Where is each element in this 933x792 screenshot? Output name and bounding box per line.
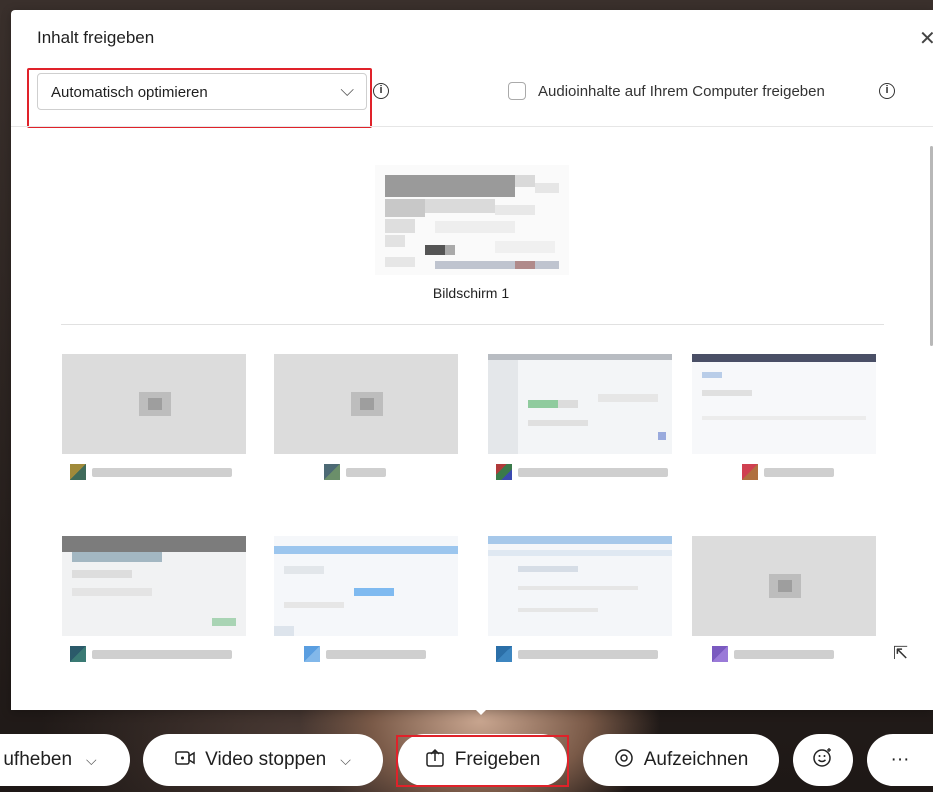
mute-button[interactable]: ufheben ⌵ bbox=[0, 734, 130, 786]
window-thumbnail bbox=[488, 354, 672, 454]
blurred-title bbox=[346, 468, 386, 477]
window-label bbox=[70, 464, 246, 480]
window-label bbox=[70, 646, 246, 662]
window-thumbnail bbox=[274, 354, 458, 454]
blurred-title bbox=[92, 650, 232, 659]
record-label: Aufzeichnen bbox=[643, 749, 749, 770]
screen-1-thumbnail[interactable] bbox=[375, 165, 569, 275]
app-icon bbox=[496, 464, 512, 480]
placeholder-icon bbox=[351, 392, 383, 416]
record-button[interactable]: Aufzeichnen bbox=[583, 734, 779, 786]
app-icon bbox=[496, 646, 512, 662]
video-camera-icon bbox=[175, 750, 195, 771]
window-thumbnail bbox=[692, 536, 876, 636]
blurred-title bbox=[518, 468, 668, 477]
audio-info-icon[interactable]: i bbox=[879, 83, 895, 99]
window-thumbnail bbox=[62, 536, 246, 636]
placeholder-icon bbox=[769, 574, 801, 598]
window-thumbnail bbox=[274, 536, 458, 636]
audio-share-checkbox[interactable] bbox=[508, 82, 526, 100]
window-label bbox=[742, 464, 918, 480]
mute-label: ufheben bbox=[3, 749, 73, 770]
emoji-icon bbox=[812, 746, 834, 774]
highlight-box-optimize bbox=[27, 68, 372, 128]
audio-share-label: Audioinhalte auf Ihrem Computer freigebe… bbox=[538, 83, 825, 100]
app-icon bbox=[742, 464, 758, 480]
blurred-title bbox=[518, 650, 658, 659]
chevron-down-icon[interactable]: ⌵ bbox=[340, 752, 351, 769]
app-icon bbox=[70, 464, 86, 480]
video-stop-label: Video stoppen bbox=[205, 749, 327, 770]
window-thumbnail bbox=[692, 354, 876, 454]
window-label bbox=[324, 464, 500, 480]
video-stop-button[interactable]: Video stoppen ⌵ bbox=[143, 734, 383, 786]
app-icon bbox=[70, 646, 86, 662]
app-icon bbox=[304, 646, 320, 662]
blurred-title bbox=[326, 650, 426, 659]
blurred-title bbox=[764, 468, 834, 477]
blurred-title bbox=[734, 650, 834, 659]
window-label bbox=[496, 646, 672, 662]
window-label bbox=[712, 646, 888, 662]
screen-1-label: Bildschirm 1 bbox=[432, 285, 510, 301]
window-thumbnail bbox=[488, 536, 672, 636]
divider bbox=[61, 324, 884, 325]
divider bbox=[11, 126, 933, 127]
placeholder-icon bbox=[139, 392, 171, 416]
close-icon[interactable]: ✕ bbox=[919, 26, 933, 51]
info-icon[interactable]: i bbox=[373, 83, 389, 99]
window-label bbox=[304, 646, 480, 662]
more-options-button[interactable]: ··· bbox=[867, 734, 933, 786]
share-panel: Inhalt freigeben ✕ Automatisch optimiere… bbox=[11, 10, 933, 710]
panel-title: Inhalt freigeben bbox=[37, 28, 155, 47]
app-icon bbox=[712, 646, 728, 662]
highlight-box-share bbox=[396, 735, 569, 787]
mouse-cursor-icon: ⇱ bbox=[893, 643, 909, 663]
blurred-title bbox=[92, 468, 232, 477]
record-icon bbox=[614, 748, 634, 773]
app-icon bbox=[324, 464, 340, 480]
chevron-down-icon[interactable]: ⌵ bbox=[86, 752, 97, 769]
window-label bbox=[496, 464, 672, 480]
window-thumbnail bbox=[62, 354, 246, 454]
more-label: ··· bbox=[890, 749, 910, 770]
panel-pointer bbox=[472, 706, 490, 715]
reactions-button[interactable] bbox=[793, 734, 853, 786]
